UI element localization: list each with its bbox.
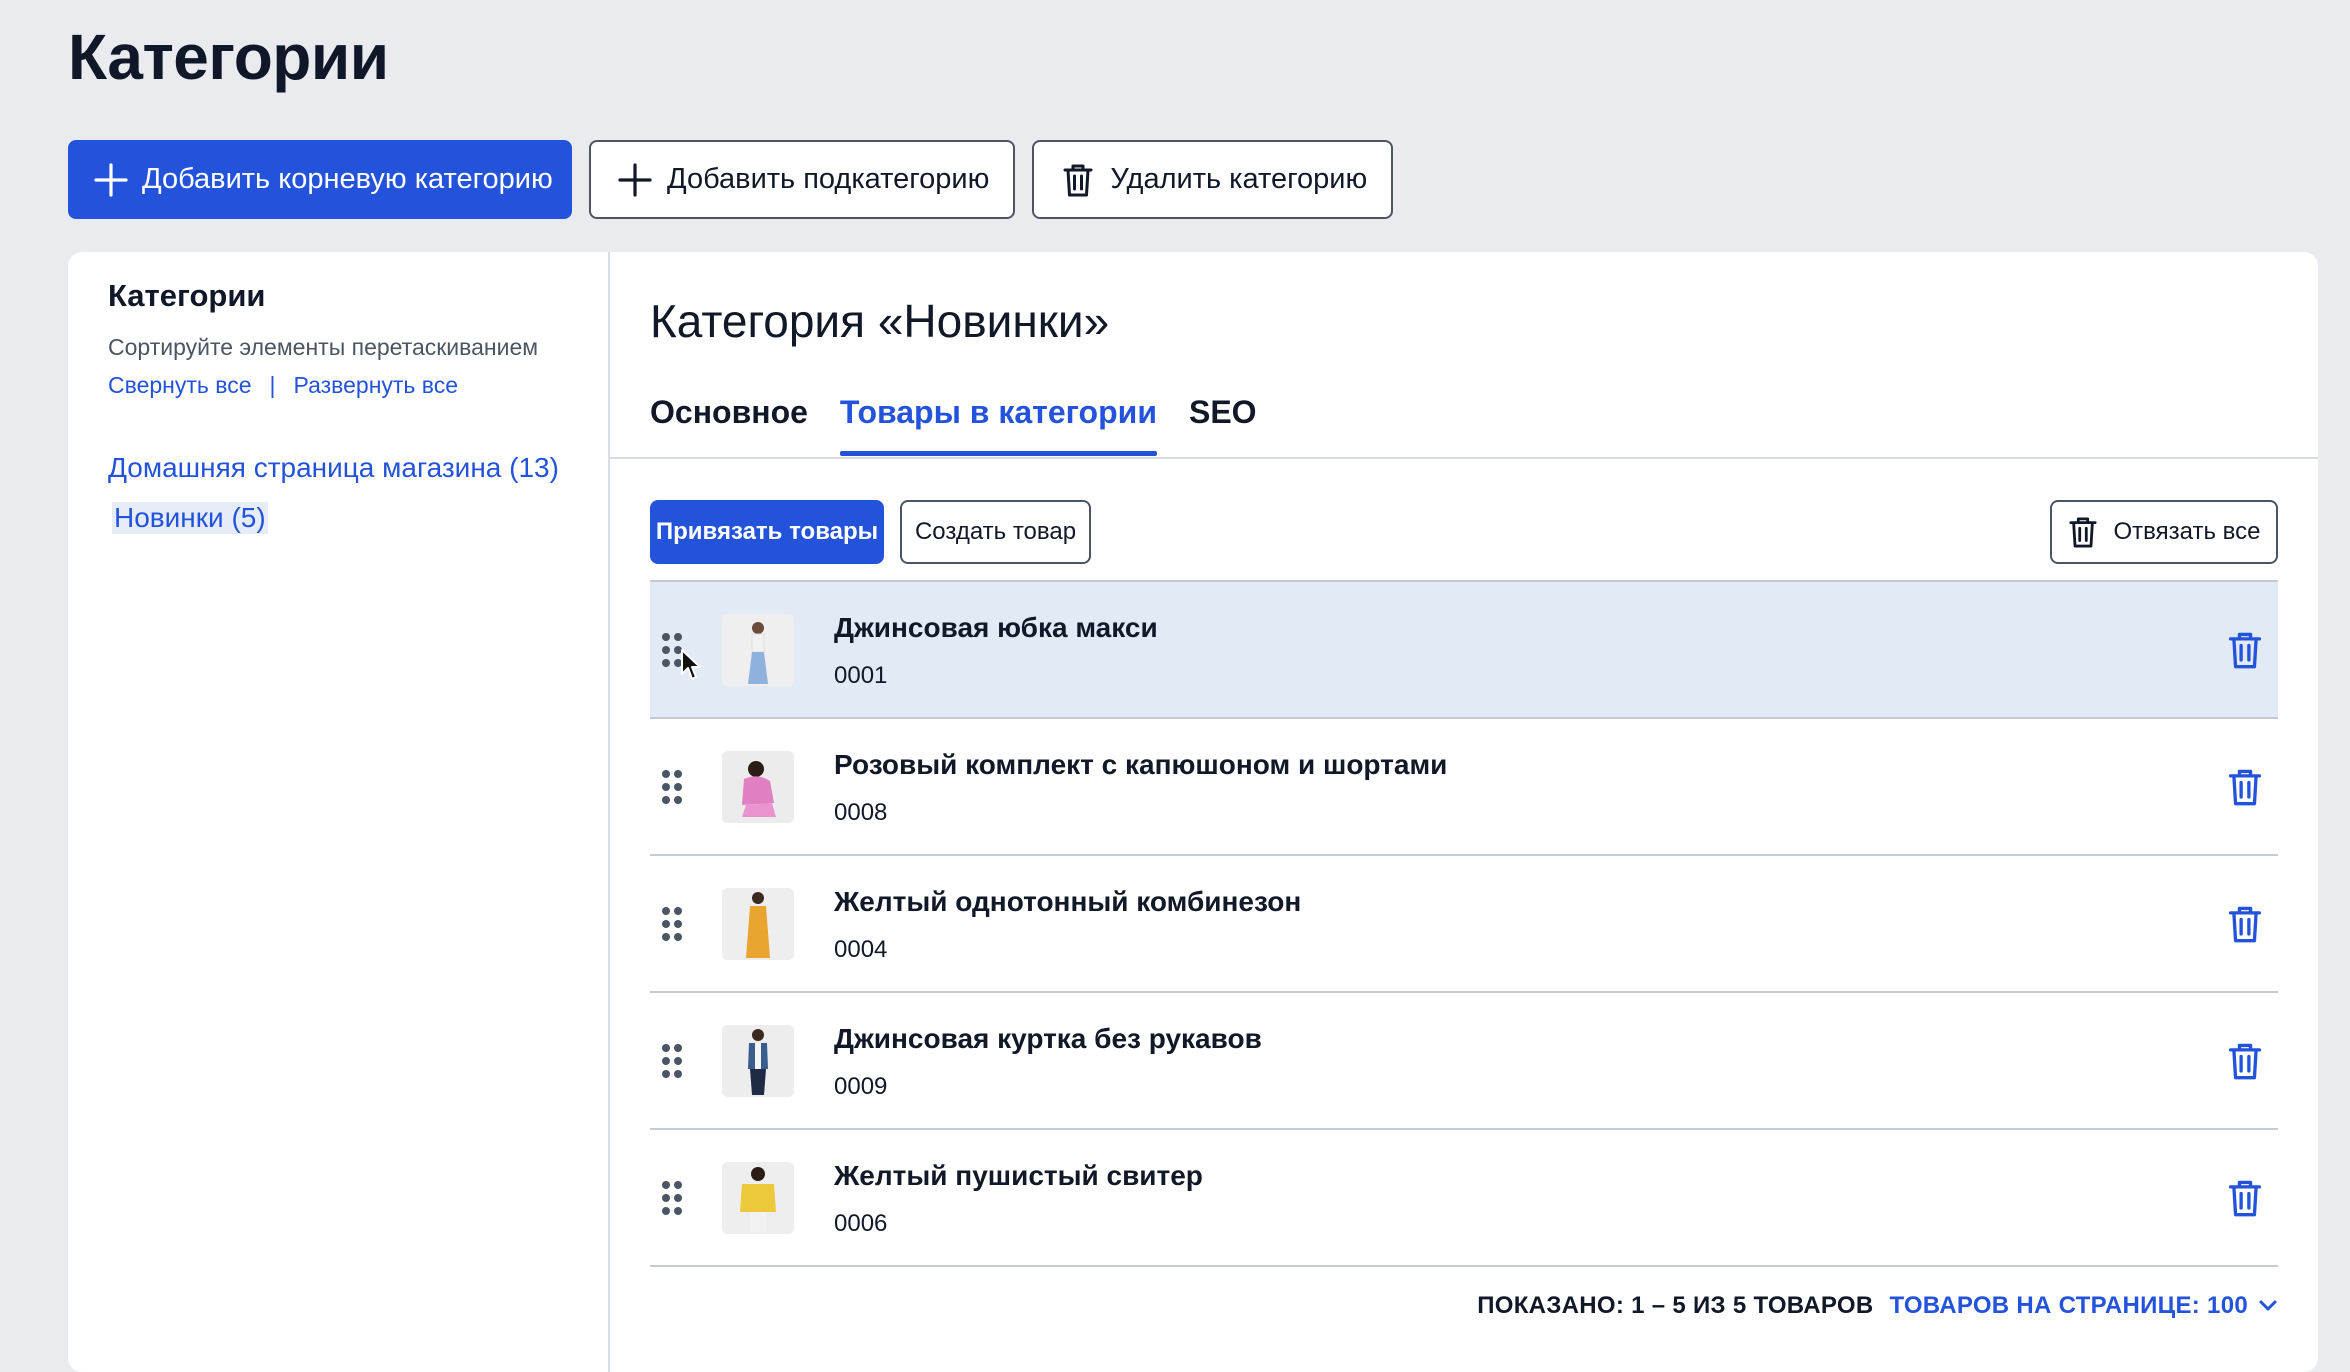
shown-count: ПОКАЗАНО: 1 – 5 ИЗ 5 ТОВАРОВ (1477, 1292, 1874, 1319)
tab-general[interactable]: Основное (650, 392, 808, 454)
tabs-divider (610, 457, 2318, 459)
remove-product-trash-icon[interactable] (2226, 767, 2264, 807)
product-sku: 0004 (834, 936, 888, 963)
tree-controls: Свернуть все | Развернуть все (108, 372, 458, 399)
add-subcategory-label: Добавить подкатегорию (667, 163, 990, 195)
drag-handle-icon[interactable] (660, 769, 684, 805)
drag-handle-icon[interactable] (660, 1043, 684, 1079)
category-editor: Категория «Новинки» Основное Товары в ка… (610, 252, 2318, 1372)
delete-category-label: Удалить категорию (1110, 163, 1368, 195)
category-tabs: Основное Товары в категории SEO (650, 392, 1257, 456)
product-sku: 0008 (834, 799, 888, 826)
category-title: Категория «Новинки» (650, 295, 1110, 347)
product-thumbnail (722, 751, 794, 823)
product-row[interactable]: Желтый пушистый свитер 0006 (650, 1128, 2278, 1267)
tree-item-home-page[interactable]: Домашняя страница магазина (13) (108, 452, 559, 484)
page-title: Категории (68, 21, 389, 93)
remove-product-trash-icon[interactable] (2226, 630, 2264, 670)
trash-icon (1060, 162, 1096, 198)
per-page-select[interactable]: ТОВАРОВ НА СТРАНИЦЕ: 100 (1889, 1292, 2278, 1320)
product-sku: 0001 (834, 662, 888, 689)
product-thumbnail (722, 614, 794, 686)
tab-products-in-category[interactable]: Товары в категории (839, 392, 1158, 456)
add-subcategory-button[interactable]: Добавить подкатегорию (589, 140, 1016, 219)
product-thumbnail (722, 888, 794, 960)
category-sidebar: Категории Сортируйте элементы перетаскив… (68, 252, 610, 1372)
product-thumbnail (722, 1025, 794, 1097)
detach-all-button[interactable]: Отвязать все (2050, 500, 2278, 564)
expand-all-link[interactable]: Развернуть все (294, 372, 459, 399)
content-card: Категории Сортируйте элементы перетаскив… (68, 252, 2318, 1372)
product-row[interactable]: Джинсовая юбка макси 0001 (650, 580, 2278, 717)
remove-product-trash-icon[interactable] (2226, 1178, 2264, 1218)
sidebar-title: Категории (108, 278, 266, 313)
remove-product-trash-icon[interactable] (2226, 1041, 2264, 1081)
product-row[interactable]: Желтый однотонный комбинезон 0004 (650, 854, 2278, 991)
toolbar: Добавить корневую категорию Добавить под… (68, 140, 1394, 219)
drag-handle-icon[interactable] (660, 906, 684, 942)
drag-handle-icon[interactable] (660, 1180, 684, 1216)
plus-icon (94, 162, 128, 198)
product-list: Джинсовая юбка макси 0001 Розовый компле… (650, 580, 2278, 1267)
per-page-label: ТОВАРОВ НА СТРАНИЦЕ: 100 (1889, 1292, 2248, 1319)
product-name[interactable]: Джинсовая куртка без рукавов (834, 1023, 1262, 1055)
product-name[interactable]: Розовый комплект с капюшоном и шортами (834, 749, 1447, 781)
mouse-cursor-icon (681, 649, 701, 680)
add-root-category-button[interactable]: Добавить корневую категорию (68, 140, 572, 219)
product-sku: 0006 (834, 1210, 888, 1237)
trash-icon (2068, 515, 2102, 549)
collapse-all-link[interactable]: Свернуть все (108, 372, 252, 399)
delete-category-button[interactable]: Удалить категорию (1032, 140, 1394, 219)
sidebar-hint: Сортируйте элементы перетаскиванием (108, 334, 539, 360)
product-name[interactable]: Джинсовая юбка макси (834, 612, 1158, 644)
product-thumbnail (722, 1162, 794, 1234)
link-separator: | (269, 372, 276, 398)
tab-seo[interactable]: SEO (1189, 392, 1257, 454)
product-row[interactable]: Джинсовая куртка без рукавов 0009 (650, 991, 2278, 1128)
product-row[interactable]: Розовый комплект с капюшоном и шортами 0… (650, 717, 2278, 854)
tree-item-new-arrivals[interactable]: Новинки (5) (112, 502, 268, 534)
add-root-category-label: Добавить корневую категорию (142, 163, 553, 195)
products-actions: Привязать товары Создать товар Отвязать … (650, 500, 2278, 564)
product-sku: 0009 (834, 1073, 888, 1100)
chevron-down-icon (2259, 1300, 2277, 1311)
remove-product-trash-icon[interactable] (2226, 904, 2264, 944)
plus-icon (617, 162, 653, 198)
detach-all-label: Отвязать все (2113, 518, 2261, 545)
attach-products-button[interactable]: Привязать товары (650, 500, 884, 564)
product-name[interactable]: Желтый однотонный комбинезон (834, 886, 1301, 918)
create-product-button[interactable]: Создать товар (900, 500, 1091, 564)
pagination-footer: ПОКАЗАНО: 1 – 5 ИЗ 5 ТОВАРОВ ТОВАРОВ НА … (1477, 1292, 2278, 1320)
product-name[interactable]: Желтый пушистый свитер (834, 1160, 1203, 1192)
